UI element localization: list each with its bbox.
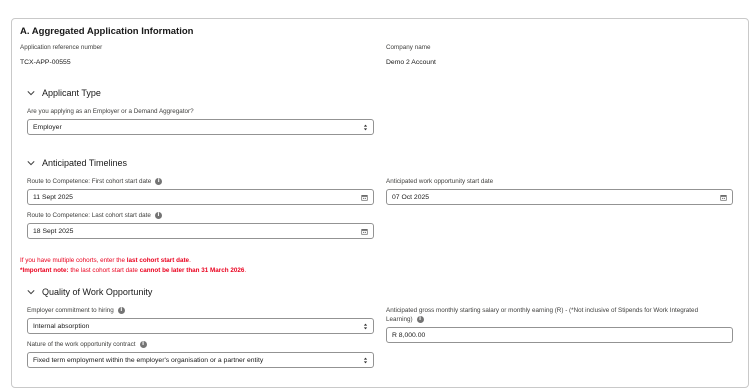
first-cohort-label: Route to Competence: First cohort start … (27, 178, 163, 185)
salary-label-cont: Learning) i (386, 316, 424, 323)
applicant-type-title: Applicant Type (42, 88, 101, 98)
last-cohort-label: Route to Competence: Last cohort start d… (27, 212, 162, 219)
company-label: Company name (386, 44, 431, 51)
work-start-date-value: 07 Oct 2025 (392, 193, 430, 201)
info-icon[interactable]: i (154, 212, 162, 219)
salary-input[interactable]: R 8,000.00 (386, 327, 733, 343)
app-ref-label: Application reference number (20, 44, 103, 51)
multiple-cohorts-note: If you have multiple cohorts, enter the … (20, 257, 191, 264)
timelines-header[interactable]: Anticipated Timelines (27, 158, 127, 168)
application-card: A. Aggregated Application Information Ap… (11, 18, 749, 388)
applicant-type-question: Are you applying as an Employer or a Dem… (27, 108, 194, 115)
select-arrows-icon (363, 357, 368, 363)
timelines-title: Anticipated Timelines (42, 158, 128, 168)
select-arrows-icon (363, 323, 368, 329)
calendar-icon[interactable] (720, 194, 727, 201)
calendar-icon[interactable] (361, 228, 368, 235)
section-a-title: A. Aggregated Application Information (20, 26, 194, 37)
applicant-type-value: Employer (33, 123, 62, 131)
work-start-date-input[interactable]: 07 Oct 2025 (386, 189, 733, 205)
contract-value: Fixed term employment within the employe… (33, 356, 264, 364)
chevron-down-icon (27, 161, 35, 166)
applicant-type-select[interactable]: Employer (27, 119, 374, 135)
app-ref-value: TCX-APP-00555 (20, 59, 71, 66)
company-value: Demo 2 Account (386, 59, 436, 66)
chevron-down-icon (27, 290, 35, 295)
important-note: *Important note: the last cohort start d… (20, 267, 247, 274)
work-start-label: Anticipated work opportunity start date (386, 178, 494, 185)
quality-title: Quality of Work Opportunity (42, 287, 153, 297)
first-cohort-date-input[interactable]: 11 Sept 2025 (27, 189, 374, 205)
contract-select[interactable]: Fixed term employment within the employe… (27, 352, 374, 368)
info-icon[interactable]: i (117, 307, 125, 314)
salary-label: Anticipated gross monthly starting salar… (386, 307, 699, 314)
info-icon[interactable]: i (416, 316, 424, 323)
last-cohort-date-input[interactable]: 18 Sept 2025 (27, 223, 374, 239)
chevron-down-icon (27, 91, 35, 96)
last-cohort-date-value: 18 Sept 2025 (33, 227, 74, 235)
info-icon[interactable]: i (155, 178, 163, 185)
commitment-label: Employer commitment to hiring i (27, 307, 125, 314)
select-arrows-icon (363, 124, 368, 130)
calendar-icon[interactable] (361, 194, 368, 201)
commitment-value: Internal absorption (33, 322, 90, 330)
applicant-type-header[interactable]: Applicant Type (27, 88, 101, 98)
info-icon[interactable]: i (139, 341, 147, 348)
quality-header[interactable]: Quality of Work Opportunity (27, 287, 152, 297)
contract-label: Nature of the work opportunity contract i (27, 341, 147, 348)
first-cohort-date-value: 11 Sept 2025 (33, 193, 73, 201)
salary-value: R 8,000.00 (392, 331, 426, 339)
commitment-select[interactable]: Internal absorption (27, 318, 374, 334)
